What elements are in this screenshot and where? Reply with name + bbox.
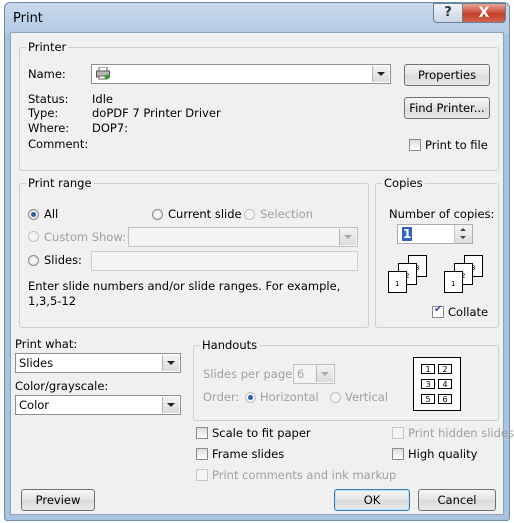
high-quality-checkbox[interactable]	[392, 448, 404, 460]
vertical-label: Vertical	[345, 390, 389, 404]
frame-slides-checkbox[interactable]	[196, 448, 208, 460]
copies-spinner[interactable]: 1	[397, 224, 473, 244]
print-hidden-slides-checkbox[interactable]	[392, 427, 404, 439]
handouts-label: Handouts	[200, 338, 260, 352]
where-label: Where:	[28, 121, 70, 135]
spin-up-icon[interactable]	[460, 228, 466, 231]
custom-show-radio[interactable]	[28, 231, 39, 242]
frame-slides-label: Frame slides	[212, 447, 285, 461]
scale-to-fit-label: Scale to fit paper	[212, 426, 311, 440]
collate-checkbox[interactable]	[432, 304, 444, 318]
current-slide-label: Current slide	[168, 207, 242, 221]
color-value: Color	[19, 398, 50, 412]
custom-show-label: Custom Show:	[44, 230, 126, 244]
printer-group-label: Printer	[26, 40, 69, 54]
comment-label: Comment:	[28, 137, 89, 151]
slides-radio[interactable]	[28, 255, 39, 266]
cancel-button[interactable]: Cancel	[418, 489, 496, 511]
slides-per-page-select[interactable]: 6	[293, 364, 335, 384]
chevron-down-icon[interactable]	[372, 66, 389, 82]
collate-label: Collate	[448, 305, 489, 319]
printer-name-label: Name:	[28, 67, 66, 81]
selection-radio[interactable]	[244, 209, 255, 220]
custom-show-select[interactable]	[128, 227, 358, 247]
ok-button[interactable]: OK	[334, 489, 410, 511]
horizontal-radio[interactable]	[245, 392, 256, 403]
color-label: Color/grayscale:	[15, 379, 109, 393]
type-value: doPDF 7 Printer Driver	[92, 106, 221, 120]
vertical-radio[interactable]	[330, 392, 341, 403]
chevron-down-icon[interactable]	[162, 397, 179, 413]
dialog-title: Print	[13, 11, 43, 26]
range-hint: Enter slide numbers and/or slide ranges.…	[28, 279, 341, 293]
status-value: Idle	[92, 92, 113, 106]
close-button[interactable]: X	[462, 3, 506, 23]
handout-layout-preview: 1 2 3 4 5 6	[413, 357, 461, 411]
all-label: All	[44, 207, 59, 221]
scale-to-fit-checkbox[interactable]	[196, 427, 208, 439]
copies-label: Copies	[382, 176, 425, 190]
print-range-label: Print range	[26, 176, 94, 190]
slides-label: Slides:	[44, 253, 82, 267]
range-example: 1,3,5-12	[28, 294, 77, 308]
print-what-select[interactable]: Slides	[15, 353, 181, 373]
spin-down-icon[interactable]	[460, 236, 466, 239]
chevron-down-icon[interactable]	[316, 366, 333, 382]
help-button[interactable]: ?	[433, 3, 463, 23]
current-slide-radio[interactable]	[152, 209, 163, 220]
high-quality-label: High quality	[408, 447, 478, 461]
preview-button[interactable]: Preview	[21, 489, 95, 511]
where-value: DOP7:	[92, 121, 129, 135]
selection-label: Selection	[260, 207, 313, 221]
title-bar[interactable]: Print ? X	[5, 3, 509, 33]
print-to-file-label: Print to file	[425, 138, 488, 152]
print-to-file-checkbox[interactable]	[409, 139, 421, 151]
slides-per-page-value: 6	[297, 367, 305, 381]
chevron-down-icon[interactable]	[339, 229, 356, 245]
copies-value: 1	[402, 227, 413, 241]
printer-icon	[96, 66, 110, 80]
slides-per-page-label: Slides per page:	[203, 367, 297, 381]
color-select[interactable]: Color	[15, 395, 181, 415]
print-hidden-slides-label: Print hidden slides	[408, 426, 514, 440]
print-what-value: Slides	[19, 356, 54, 370]
collate-pages-icon-2: 3 2 1	[443, 255, 493, 295]
chevron-down-icon[interactable]	[162, 355, 179, 371]
print-comments-checkbox[interactable]	[196, 469, 208, 481]
number-of-copies-label: Number of copies:	[389, 207, 495, 221]
properties-button[interactable]: Properties	[404, 64, 490, 86]
printer-name-select[interactable]	[91, 64, 391, 84]
print-dialog: Print ? X Printer Name: Properties Statu…	[4, 2, 514, 521]
type-label: Type:	[28, 106, 59, 120]
print-comments-label: Print comments and ink markup	[212, 468, 397, 482]
all-radio[interactable]	[28, 209, 39, 220]
horizontal-label: Horizontal	[260, 390, 319, 404]
slides-input[interactable]	[91, 251, 358, 271]
print-what-label: Print what:	[15, 337, 78, 351]
order-label: Order:	[203, 390, 240, 404]
collate-pages-icon-1: 3 2 1	[387, 255, 437, 295]
spin-buttons[interactable]	[454, 225, 472, 243]
dialog-body: Printer Name: Properties Status: Idle Ty…	[10, 32, 514, 515]
find-printer-button[interactable]: Find Printer...	[404, 97, 490, 119]
status-label: Status:	[28, 92, 69, 106]
